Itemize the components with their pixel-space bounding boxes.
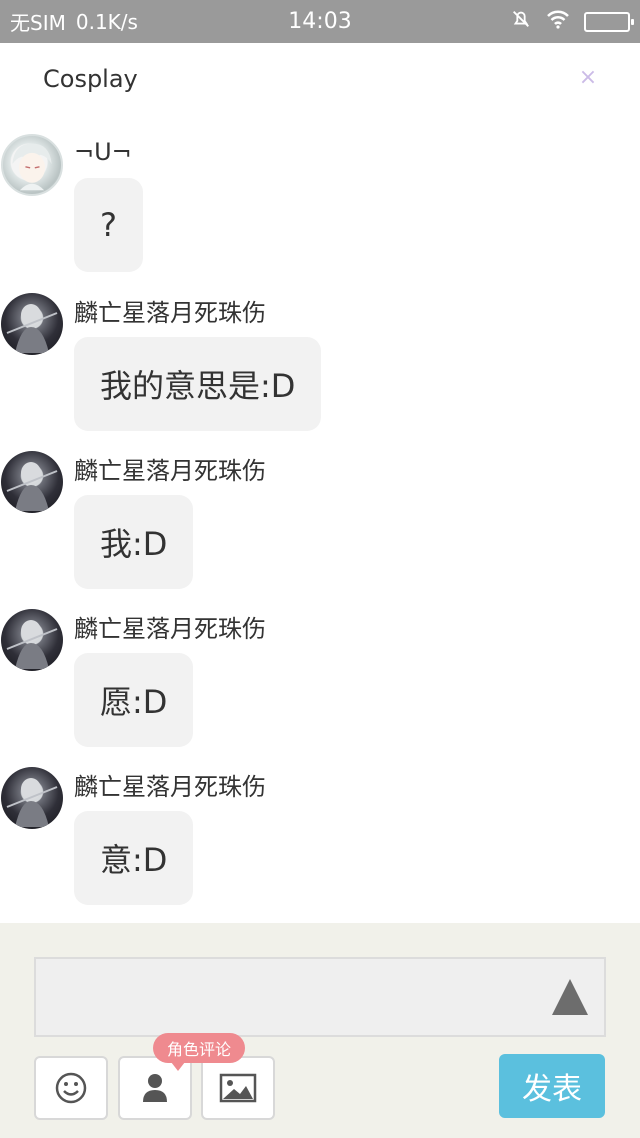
wifi-icon — [546, 9, 570, 34]
page-title: Cosplay — [43, 65, 138, 93]
message-bubble: 愿:D — [74, 653, 194, 747]
post-button[interactable]: 发表 — [499, 1054, 605, 1118]
role-comment-tooltip: 角色评论 — [153, 1033, 246, 1071]
mute-notification-icon — [510, 8, 532, 35]
battery-icon — [584, 11, 634, 32]
header: Cosplay × — [0, 43, 640, 117]
avatar[interactable] — [1, 134, 63, 196]
message-nickname: 麟亡星落月死珠伤 — [74, 773, 266, 801]
image-button[interactable] — [201, 1056, 275, 1120]
status-bar: 无SIM 0.1K/s 14:03 — [0, 0, 640, 43]
message-list: ¬U¬ ? 麟亡星落月死珠伤 我的意思是:D 麟亡星落月死珠伤 我:D 麟亡星落… — [0, 117, 640, 923]
message-bubble: 我:D — [74, 495, 194, 589]
comment-input[interactable] — [34, 957, 606, 1037]
avatar[interactable] — [1, 293, 63, 355]
message-bubble: ? — [74, 178, 143, 272]
composer: 角色评论 发表 — [0, 923, 640, 1138]
emoji-button[interactable] — [34, 1056, 108, 1120]
carrier-text: 无SIM — [10, 11, 66, 35]
role-icon — [140, 1072, 170, 1104]
message-nickname: 麟亡星落月死珠伤 — [74, 615, 266, 643]
message-nickname: 麟亡星落月死珠伤 — [74, 299, 266, 327]
avatar[interactable] — [1, 451, 63, 513]
avatar[interactable] — [1, 767, 63, 829]
message-nickname: 麟亡星落月死珠伤 — [74, 457, 266, 485]
image-icon — [219, 1073, 257, 1103]
message-bubble: 我的意思是:D — [74, 337, 322, 431]
avatar[interactable] — [1, 609, 63, 671]
message-bubble: 意:D — [74, 811, 194, 905]
message-nickname: ¬U¬ — [74, 138, 132, 166]
close-icon[interactable]: × — [574, 63, 602, 91]
send-triangle-icon[interactable] — [552, 979, 588, 1015]
network-speed: 0.1K/s — [75, 9, 138, 34]
emoji-icon — [54, 1071, 88, 1105]
